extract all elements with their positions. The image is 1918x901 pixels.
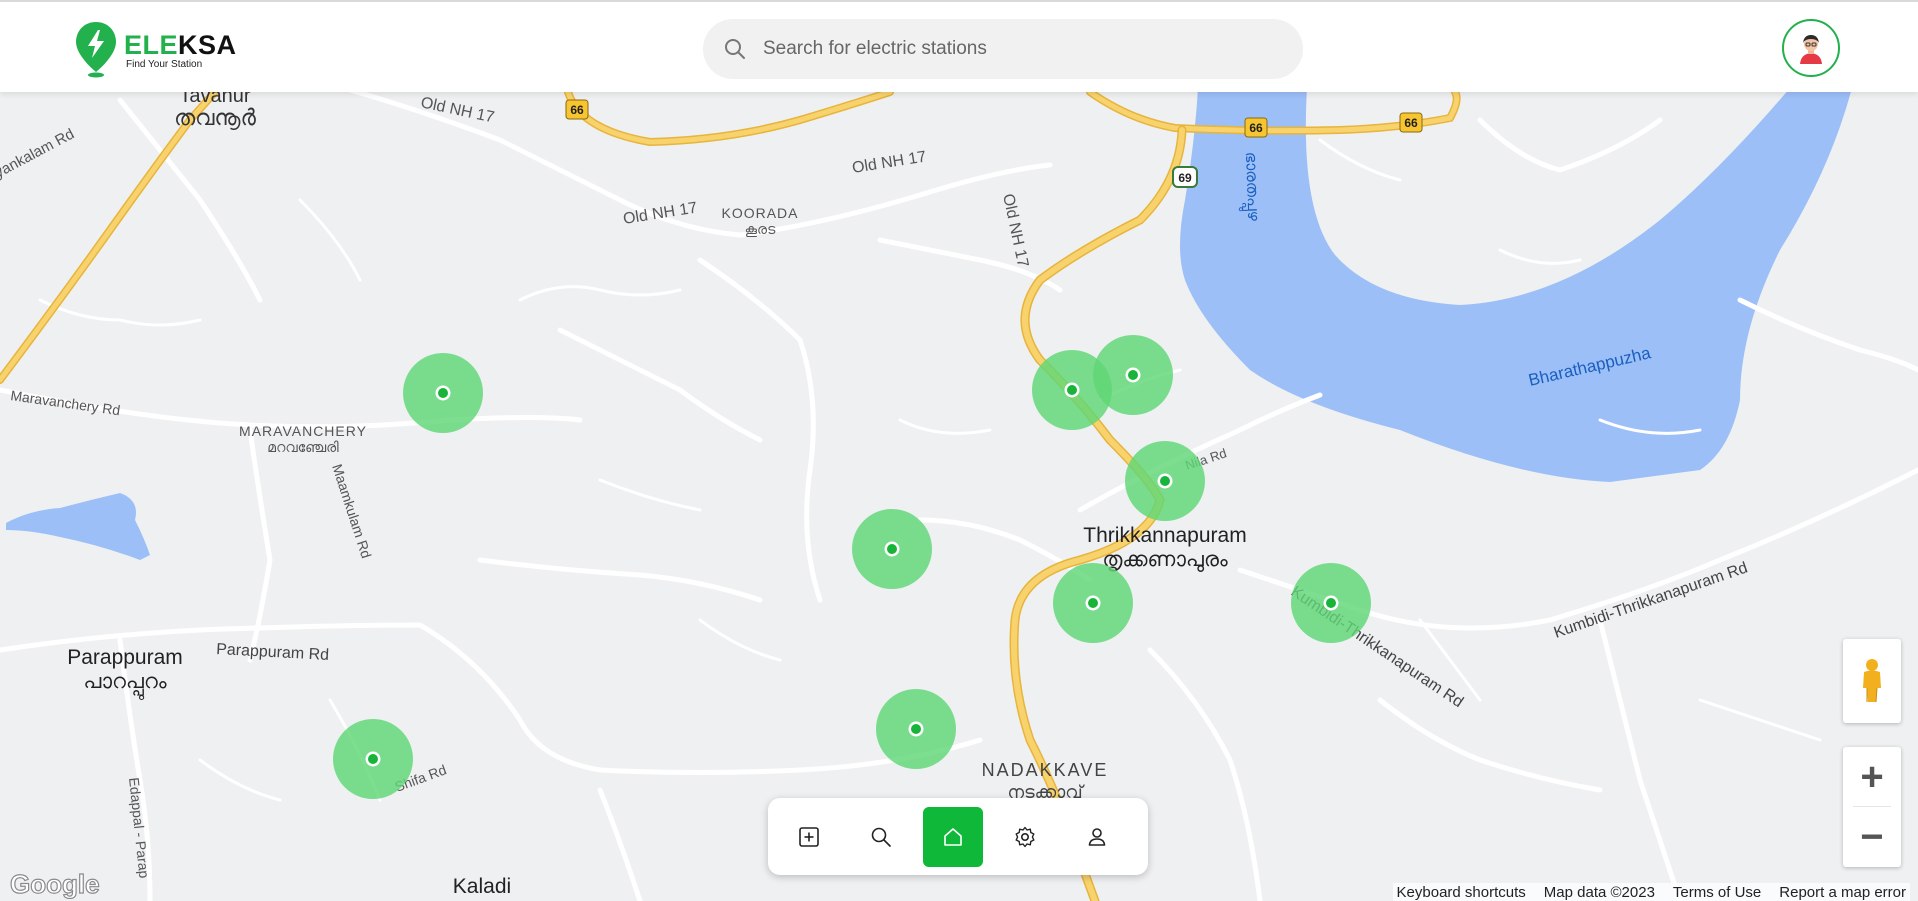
charging-station-marker[interactable] bbox=[333, 719, 413, 799]
place-label: Kaladi bbox=[453, 875, 511, 898]
user-avatar-button[interactable] bbox=[1782, 19, 1840, 77]
gear-icon bbox=[1015, 826, 1035, 847]
charging-station-marker[interactable] bbox=[876, 689, 956, 769]
charging-station-marker[interactable] bbox=[1291, 563, 1371, 643]
charging-station-marker[interactable] bbox=[1125, 441, 1205, 521]
station-dot bbox=[911, 724, 921, 734]
charging-pin-icon bbox=[76, 22, 116, 78]
route-shield-69: 69 bbox=[1172, 166, 1198, 188]
user-avatar-icon bbox=[1794, 31, 1828, 65]
bottom-nav bbox=[768, 798, 1148, 875]
svg-text:69: 69 bbox=[1178, 171, 1192, 185]
pegman-icon bbox=[1863, 659, 1881, 703]
station-dot bbox=[1326, 598, 1336, 608]
brand-name: ELEKSA bbox=[124, 31, 237, 59]
svg-text:66: 66 bbox=[570, 103, 584, 117]
charging-station-marker[interactable] bbox=[1053, 563, 1133, 643]
keyboard-shortcuts-link[interactable]: Keyboard shortcuts bbox=[1397, 884, 1526, 901]
nav-add-button[interactable] bbox=[779, 807, 839, 867]
nav-search-button[interactable] bbox=[851, 807, 911, 867]
logo-text: ELEKSA Find Your Station bbox=[124, 31, 237, 70]
station-dot bbox=[438, 388, 448, 398]
brand-tagline: Find Your Station bbox=[126, 58, 203, 70]
charging-station-marker[interactable] bbox=[1093, 335, 1173, 415]
brand-rest: KSA bbox=[178, 29, 237, 60]
map-canvas[interactable]: 66 66 66 69 Tavanur തവനൂർ Old NH 17 Old … bbox=[0, 0, 1918, 901]
plus-square-icon bbox=[799, 826, 819, 847]
place-label: KOORADA bbox=[721, 205, 798, 221]
station-dot bbox=[1128, 370, 1138, 380]
station-dot bbox=[368, 754, 378, 764]
station-dot bbox=[1160, 476, 1170, 486]
search-icon bbox=[871, 827, 891, 847]
nav-home-button[interactable] bbox=[923, 806, 983, 867]
place-label: മറവഞ്ചേരി bbox=[267, 439, 338, 455]
nav-profile-button[interactable] bbox=[1067, 807, 1127, 867]
search-icon bbox=[725, 39, 745, 59]
map-data-label: Map data ©2023 bbox=[1543, 883, 1655, 901]
place-label: തവനൂർ bbox=[174, 105, 256, 130]
report-error-link[interactable]: Report a map error bbox=[1779, 884, 1906, 901]
zoom-in-button[interactable]: + bbox=[1843, 747, 1901, 806]
search-input[interactable] bbox=[761, 37, 1285, 61]
search-bar[interactable] bbox=[703, 19, 1303, 79]
place-label: Parappuram bbox=[67, 646, 183, 669]
user-icon bbox=[1088, 827, 1106, 846]
brand-accent: ELE bbox=[124, 29, 179, 60]
place-label: Thrikkannapuram bbox=[1083, 524, 1246, 547]
svg-text:66: 66 bbox=[1404, 116, 1418, 130]
map-attribution: Keyboard shortcuts Map data ©2023 Terms … bbox=[1392, 883, 1910, 901]
station-dot bbox=[1088, 598, 1098, 608]
home-icon bbox=[944, 827, 962, 846]
app-logo[interactable]: ELEKSA Find Your Station bbox=[74, 22, 237, 78]
zoom-control: + − bbox=[1843, 747, 1901, 867]
street-view-pegman-button[interactable] bbox=[1843, 639, 1901, 723]
station-dot bbox=[887, 544, 897, 554]
place-label: തൃക്കണാപുരം bbox=[1102, 548, 1228, 571]
place-label: MARAVANCHERY bbox=[239, 423, 367, 439]
place-label: NADAKKAVE bbox=[982, 760, 1109, 780]
charging-station-marker[interactable] bbox=[852, 509, 932, 589]
route-shield-66: 66 bbox=[1244, 117, 1268, 138]
google-logo[interactable]: Google bbox=[10, 869, 102, 899]
charging-station-marker[interactable] bbox=[403, 353, 483, 433]
top-bar: ELEKSA Find Your Station bbox=[0, 0, 1918, 92]
zoom-out-button[interactable]: − bbox=[1843, 807, 1901, 866]
place-label: കൂരട bbox=[745, 221, 776, 237]
route-shield-66: 66 bbox=[1399, 112, 1423, 133]
nav-settings-button[interactable] bbox=[995, 807, 1055, 867]
svg-text:66: 66 bbox=[1249, 121, 1263, 135]
svg-text:Google: Google bbox=[10, 869, 100, 899]
station-dot bbox=[1067, 385, 1077, 395]
terms-link[interactable]: Terms of Use bbox=[1673, 884, 1761, 901]
route-shield-66: 66 bbox=[565, 99, 589, 120]
